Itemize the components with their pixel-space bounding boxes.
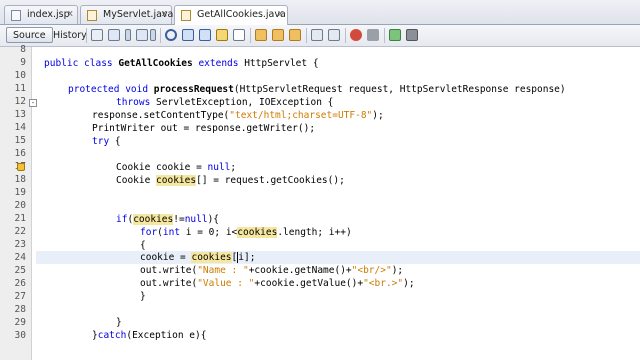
tab-index-jsp[interactable]: index.jsp x (4, 5, 78, 24)
editor-toolbar: Source History (0, 25, 640, 47)
code-line-25: out.write("Name : "+cookie.getName()+"<b… (140, 265, 404, 276)
line-number: 23 (14, 239, 26, 250)
forward-dropdown-icon[interactable] (150, 29, 156, 41)
shift-left-icon[interactable] (311, 29, 323, 41)
line-number: 11 (14, 83, 26, 94)
toolbar-separator (250, 28, 251, 43)
line-number: 26 (14, 278, 26, 289)
code-line-15: try { (92, 136, 121, 147)
find-next-icon[interactable] (199, 29, 211, 41)
line-number: 19 (14, 187, 26, 198)
code-line-30: }catch(Exception e){ (92, 330, 207, 341)
java-file-icon (87, 10, 97, 21)
line-number: 16 (14, 148, 26, 159)
back-icon[interactable] (108, 29, 120, 41)
code-line-11: protected void processRequest(HttpServle… (68, 84, 566, 95)
jsp-file-icon (11, 10, 21, 21)
comment-icon[interactable] (389, 29, 401, 41)
editor-tab-bar: index.jsp x MyServlet.java x GetAllCooki… (0, 0, 640, 25)
close-icon[interactable]: x (278, 9, 283, 19)
previous-bookmark-icon[interactable] (255, 29, 267, 41)
code-editor[interactable]: public class GetAllCookies extends HttpS… (36, 47, 640, 360)
code-line-12: throws ServletException, IOException { (116, 97, 334, 108)
code-line-22: for(int i = 0; i<cookies.length; i++) (140, 227, 352, 238)
back-dropdown-icon[interactable] (125, 29, 131, 41)
line-number: 12 (14, 96, 26, 107)
shift-right-icon[interactable] (328, 29, 340, 41)
close-icon[interactable]: x (68, 9, 73, 19)
code-line-21: if(cookies!=null){ (116, 214, 220, 225)
next-bookmark-icon[interactable] (272, 29, 284, 41)
code-line-13: response.setContentType("text/html;chars… (92, 110, 384, 121)
tab-myservlet-java[interactable]: MyServlet.java x (80, 5, 173, 24)
line-number: 15 (14, 135, 26, 146)
toggle-rectangular-selection-icon[interactable] (233, 29, 245, 41)
line-number: 8 (20, 44, 26, 55)
line-number: 25 (14, 265, 26, 276)
toolbar-separator (86, 28, 87, 43)
line-number: 14 (14, 122, 26, 133)
code-line-29: } (116, 317, 122, 328)
forward-icon[interactable] (136, 29, 148, 41)
line-number: 27 (14, 291, 26, 302)
uncomment-icon[interactable] (406, 29, 418, 41)
code-line-24: cookie = cookies[i]; (140, 252, 256, 263)
line-number: 30 (14, 330, 26, 341)
line-number: 24 (14, 252, 26, 263)
toggle-bookmark-icon[interactable] (289, 29, 301, 41)
toggle-highlight-icon[interactable] (216, 29, 228, 41)
code-line-18: Cookie cookies[] = request.getCookies(); (116, 175, 345, 186)
line-number: 20 (14, 200, 26, 211)
tab-label: index.jsp (27, 9, 70, 20)
toolbar-separator (306, 28, 307, 43)
warning-hint-icon[interactable] (17, 163, 25, 171)
tab-label: GetAllCookies.java (197, 9, 286, 20)
close-icon[interactable]: x (162, 9, 167, 19)
line-number: 28 (14, 304, 26, 315)
find-previous-icon[interactable] (182, 29, 194, 41)
toolbar-separator (345, 28, 346, 43)
line-number: 29 (14, 317, 26, 328)
code-line-26: out.write("Value : "+cookie.getValue()+"… (140, 278, 415, 289)
toolbar-separator (384, 28, 385, 43)
line-number: 21 (14, 213, 26, 224)
line-number: 13 (14, 109, 26, 120)
stop-macro-recording-icon[interactable] (367, 29, 379, 41)
start-macro-recording-icon[interactable] (350, 29, 362, 41)
last-edit-icon[interactable] (91, 29, 103, 41)
toolbar-separator (160, 28, 161, 43)
line-number: 22 (14, 226, 26, 237)
line-number: 18 (14, 174, 26, 185)
code-line-9: public class GetAllCookies extends HttpS… (44, 58, 319, 69)
code-line-17: Cookie cookie = null; (116, 162, 237, 173)
find-icon[interactable] (165, 29, 177, 41)
line-number: 9 (20, 57, 26, 68)
code-line-14: PrintWriter out = response.getWriter(); (92, 123, 316, 134)
tab-getallcookies-java[interactable]: GetAllCookies.java x (174, 5, 288, 25)
code-line-27: } (140, 291, 146, 302)
line-number: 10 (14, 70, 26, 81)
java-file-icon (181, 10, 191, 21)
